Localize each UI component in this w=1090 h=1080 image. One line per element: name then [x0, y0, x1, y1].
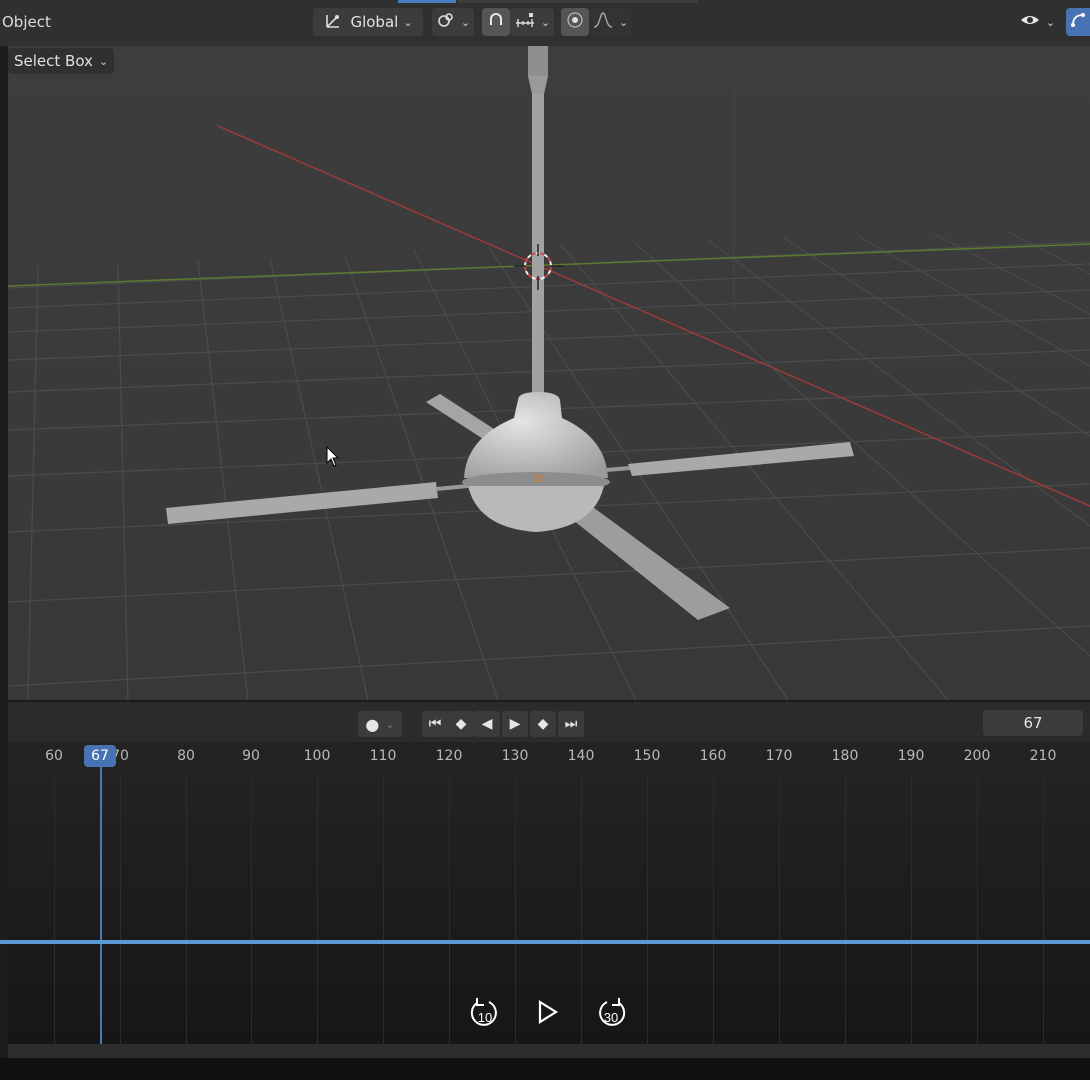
transform-orientation-label: Global: [350, 13, 399, 31]
timeline-scrollbar[interactable]: [8, 1044, 1090, 1058]
chevron-down-icon: ⌄: [460, 15, 471, 29]
select-box-dropdown[interactable]: Select Box ⌄: [8, 48, 115, 74]
video-progress-bar[interactable]: [0, 940, 1090, 944]
video-play-button[interactable]: [530, 994, 566, 1030]
gizmo-icon: [1069, 11, 1087, 33]
tick-label: 80: [177, 748, 195, 764]
snap-increment-icon: [514, 11, 536, 33]
gizmo-toggle[interactable]: [1066, 8, 1090, 36]
jump-end-icon: ⏭: [564, 716, 578, 732]
falloff-dropdown[interactable]: ⌄: [589, 8, 631, 36]
record-icon: ●: [365, 714, 380, 734]
scene-canvas: [8, 46, 1090, 700]
tick-label: 180: [831, 748, 859, 764]
tick-label: 140: [567, 748, 595, 764]
keying-dropdown[interactable]: ● ⌄: [358, 711, 402, 737]
rewind-label: 10: [478, 1010, 492, 1025]
timeline-ruler[interactable]: 60 70 80 90 100 110 120 130 140 150 160 …: [8, 742, 1090, 772]
rewind-icon: 10: [470, 998, 497, 1026]
tick-label: 90: [242, 748, 260, 764]
tick-label: 210: [1029, 748, 1057, 764]
active-tab-indicator: [398, 0, 456, 3]
chevron-down-icon: ⌄: [618, 15, 629, 29]
transform-orientation-icon: [323, 9, 345, 35]
tick-label: 100: [303, 748, 331, 764]
proportional-edit-icon: [566, 11, 584, 33]
jump-start-icon: ⏮: [428, 716, 442, 732]
chevron-down-icon: ⌄: [1045, 15, 1056, 29]
chevron-down-icon: ⌄: [98, 54, 109, 68]
tick-label: 190: [897, 748, 925, 764]
play-reverse-button[interactable]: ◀: [474, 711, 500, 737]
visibility-dropdown[interactable]: ⌄: [1014, 8, 1060, 36]
transform-orientation-dropdown[interactable]: Global ⌄: [313, 8, 423, 36]
select-mode-label: Select Box: [14, 52, 93, 70]
play-icon: [538, 1000, 559, 1024]
jump-start-button[interactable]: ⏮: [422, 711, 448, 737]
3d-viewport[interactable]: [8, 46, 1090, 700]
snap-target-dropdown[interactable]: ⌄: [510, 8, 554, 36]
prev-keyframe-button[interactable]: ◆: [448, 711, 474, 737]
visibility-icon: [1019, 11, 1041, 33]
link-icon: [436, 10, 456, 34]
play-button[interactable]: ▶: [502, 711, 528, 737]
mode-label[interactable]: Object: [2, 13, 51, 31]
tick-label: 170: [765, 748, 793, 764]
region-divider: [0, 46, 8, 1058]
tick-label: 160: [699, 748, 727, 764]
jump-end-button[interactable]: ⏭: [558, 711, 584, 737]
playback-bar: ● ⌄ ⏮ ◆ ◀ ▶ ◆ ⏭ 67: [8, 702, 1090, 742]
tick-label: 150: [633, 748, 661, 764]
proportional-edit-toggle[interactable]: [561, 8, 589, 36]
falloff-icon: [592, 11, 614, 33]
play-icon: ▶: [509, 716, 521, 732]
current-frame-field[interactable]: 67: [983, 710, 1083, 736]
snap-toggle[interactable]: [482, 8, 510, 36]
tick-label: 200: [963, 748, 991, 764]
tick-label: 130: [501, 748, 529, 764]
chevron-down-icon: ⌄: [403, 15, 413, 29]
rewind-10-button[interactable]: 10: [466, 994, 502, 1030]
chevron-down-icon: ⌄: [540, 15, 551, 29]
tick-label: 120: [435, 748, 463, 764]
forward-30-button[interactable]: 30: [594, 994, 630, 1030]
forward-label: 30: [604, 1010, 618, 1025]
next-keyframe-button[interactable]: ◆: [530, 711, 556, 737]
tab-strip: [458, 0, 698, 3]
playhead[interactable]: [100, 766, 102, 1044]
status-bar: [0, 1058, 1090, 1080]
pivot-dropdown[interactable]: ⌄: [432, 8, 474, 36]
forward-icon: 30: [599, 998, 626, 1026]
play-reverse-icon: ◀: [481, 716, 493, 732]
snap-icon: [487, 11, 505, 33]
mouse-pointer-icon: [326, 445, 340, 472]
next-keyframe-icon: ◆: [537, 716, 549, 732]
tick-label: 60: [45, 748, 63, 764]
tick-label: 110: [369, 748, 397, 764]
prev-keyframe-icon: ◆: [455, 716, 467, 732]
current-frame-indicator[interactable]: 67: [84, 745, 116, 767]
viewport-header: Object Global ⌄ ⌄ ⌄ ⌄ ⌄: [0, 0, 1090, 46]
